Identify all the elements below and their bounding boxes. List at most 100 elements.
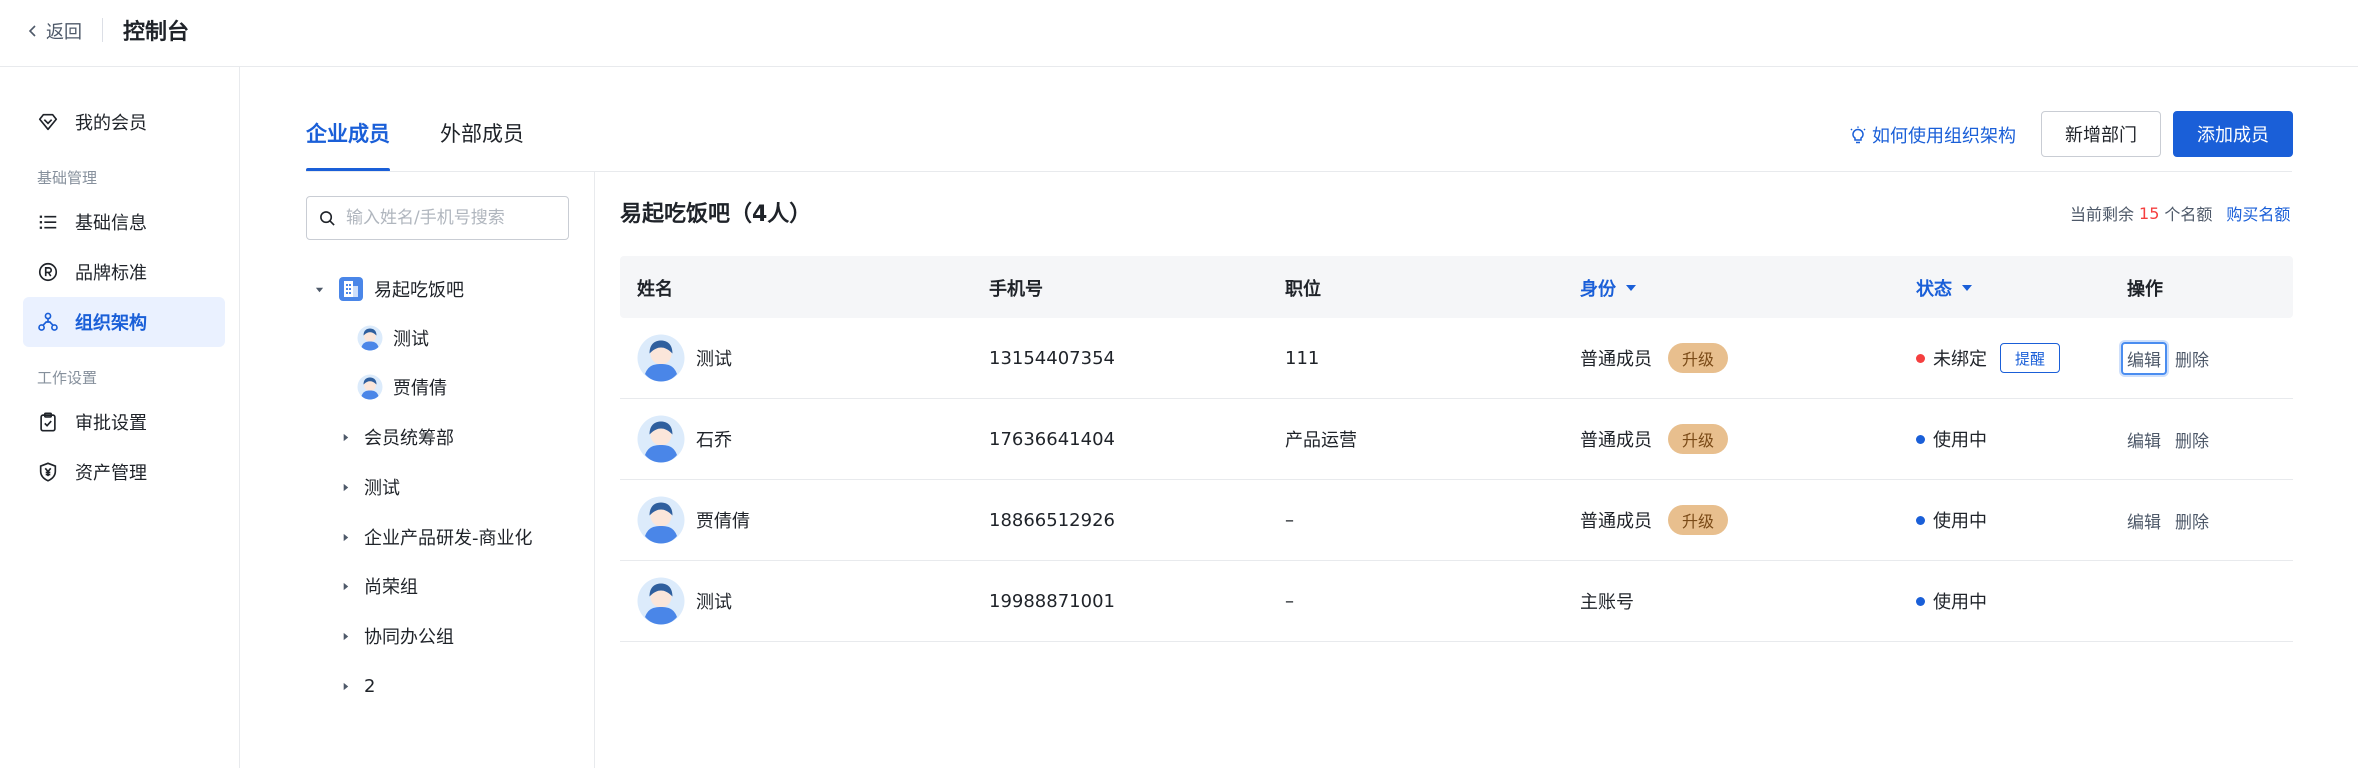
tree-node-label: 尚荣组 [364, 577, 418, 598]
member-identity: 普通成员 [1580, 430, 1652, 451]
top-divider [102, 18, 103, 42]
caret-right-icon[interactable] [340, 482, 350, 492]
caret-right-icon[interactable] [340, 681, 350, 691]
tree-member[interactable]: 贾倩倩 [357, 372, 447, 402]
back-button[interactable]: 返回 [26, 18, 82, 44]
quota-prefix: 当前剩余 [2070, 205, 2135, 224]
member-name: 贾倩倩 [696, 511, 750, 532]
caret-right-icon[interactable] [340, 581, 350, 591]
edit-button[interactable]: 编辑 [2121, 341, 2167, 375]
page-title: 控制台 [123, 20, 190, 45]
org-help-link[interactable]: 如何使用组织架构 [1848, 122, 2016, 148]
registered-icon [36, 260, 60, 284]
name-cell: 贾倩倩 [637, 480, 750, 560]
upgrade-button[interactable]: 升级 [1668, 343, 1728, 373]
tree-node-department[interactable]: 企业产品研发-商业化 [340, 522, 533, 552]
edit-button[interactable]: 编辑 [2127, 508, 2161, 533]
upgrade-button[interactable]: 升级 [1668, 424, 1728, 454]
caret-right-icon[interactable] [340, 631, 350, 641]
status-cell: 使用中 [1916, 480, 1987, 560]
sidebar-item-label: 我的会员 [75, 113, 147, 134]
user-avatar-icon [637, 496, 685, 544]
member-phone: 19988871001 [989, 590, 1115, 612]
table-row: 石乔 17636641404 产品运营 普通成员 升级 使用中 编辑 删除 [620, 399, 2293, 480]
help-link-label: 如何使用组织架构 [1872, 126, 2016, 147]
member-name: 测试 [696, 349, 732, 370]
actions-cell: 编辑 删除 [2121, 318, 2223, 398]
caret-down-icon[interactable] [314, 284, 324, 294]
user-avatar-icon [637, 577, 685, 625]
tab-enterprise-members[interactable]: 企业成员 [306, 118, 390, 172]
search-input[interactable] [346, 208, 556, 228]
remind-button[interactable]: 提醒 [2000, 343, 2060, 373]
member-identity: 普通成员 [1580, 349, 1652, 370]
chevron-left-icon [28, 25, 36, 37]
member-search-box[interactable] [306, 196, 569, 240]
member-status: 使用中 [1933, 511, 1987, 532]
sidebar-item-asset-management[interactable]: 资产管理 [23, 447, 225, 497]
tree-node-department[interactable]: 会员统筹部 [340, 422, 454, 452]
member-position: – [1285, 590, 1294, 612]
sort-caret-icon [1962, 285, 1972, 291]
lightbulb-icon [1850, 126, 1866, 144]
building-icon [339, 277, 363, 301]
sidebar-item-label: 资产管理 [75, 463, 147, 484]
sidebar-item-brand-standard[interactable]: 品牌标准 [23, 247, 225, 297]
buy-quota-link[interactable]: 购买名额 [2226, 201, 2290, 225]
diamond-icon [36, 110, 60, 134]
tree-node-label: 2 [364, 675, 376, 697]
clipboard-check-icon [36, 410, 60, 434]
tree-node-label: 会员统筹部 [364, 428, 454, 449]
column-header-status[interactable]: 状态 [1916, 275, 1972, 301]
sidebar-item-label: 基础信息 [75, 213, 147, 234]
tree-node-department[interactable]: 测试 [340, 472, 400, 502]
tree-node-department[interactable]: 协同办公组 [340, 621, 454, 651]
tree-node-label: 易起吃饭吧 [374, 280, 464, 301]
actions-cell: 编辑 删除 [2127, 480, 2223, 560]
column-header-name: 姓名 [637, 279, 673, 300]
member-tabs: 企业成员 外部成员 [306, 118, 574, 172]
tab-external-members[interactable]: 外部成员 [440, 118, 524, 172]
table-row: 测试 19988871001 – 主账号 使用中 [620, 561, 2293, 642]
sidebar-item-my-membership[interactable]: 我的会员 [23, 97, 225, 147]
column-header-identity[interactable]: 身份 [1580, 275, 1636, 301]
column-header-actions: 操作 [2127, 279, 2163, 300]
member-identity: 普通成员 [1580, 511, 1652, 532]
tree-member[interactable]: 测试 [357, 323, 429, 353]
name-cell: 测试 [637, 318, 732, 398]
edit-button[interactable]: 编辑 [2127, 427, 2161, 452]
add-department-button[interactable]: 新增部门 [2041, 111, 2161, 157]
status-dot-active [1916, 515, 1925, 525]
name-cell: 测试 [637, 561, 732, 641]
sidebar-item-org-structure[interactable]: 组织架构 [23, 297, 225, 347]
tree-node-label: 测试 [393, 329, 429, 350]
delete-button[interactable]: 删除 [2175, 346, 2209, 371]
tree-node-root[interactable]: 易起吃饭吧 [314, 274, 464, 304]
column-header-phone: 手机号 [989, 279, 1043, 300]
member-status: 未绑定 [1933, 349, 1987, 370]
sidebar-item-label: 审批设置 [75, 413, 147, 434]
status-dot-unbound [1916, 353, 1925, 363]
upgrade-button[interactable]: 升级 [1668, 505, 1728, 535]
add-member-button[interactable]: 添加成员 [2173, 111, 2293, 157]
yen-shield-icon [36, 460, 60, 484]
tree-node-label: 协同办公组 [364, 627, 454, 648]
member-phone: 17636641404 [989, 428, 1115, 450]
tree-node-department[interactable]: 尚荣组 [340, 571, 418, 601]
tree-column-divider [594, 172, 595, 768]
sidebar-item-approval-settings[interactable]: 审批设置 [23, 397, 225, 447]
tree-node-department[interactable]: 2 [340, 671, 375, 701]
identity-cell: 普通成员 升级 [1580, 318, 1728, 398]
member-phone: 13154407354 [989, 347, 1115, 369]
caret-right-icon[interactable] [340, 432, 350, 442]
sidebar-item-basic-info[interactable]: 基础信息 [23, 197, 225, 247]
column-header-label: 状态 [1916, 279, 1952, 300]
caret-right-icon[interactable] [340, 532, 350, 542]
identity-cell: 普通成员 升级 [1580, 480, 1728, 560]
delete-button[interactable]: 删除 [2175, 508, 2209, 533]
delete-button[interactable]: 删除 [2175, 427, 2209, 452]
status-cell: 使用中 [1916, 399, 1987, 479]
status-cell: 未绑定 提醒 [1916, 318, 2060, 398]
status-cell: 使用中 [1916, 561, 1987, 641]
member-status: 使用中 [1933, 430, 1987, 451]
